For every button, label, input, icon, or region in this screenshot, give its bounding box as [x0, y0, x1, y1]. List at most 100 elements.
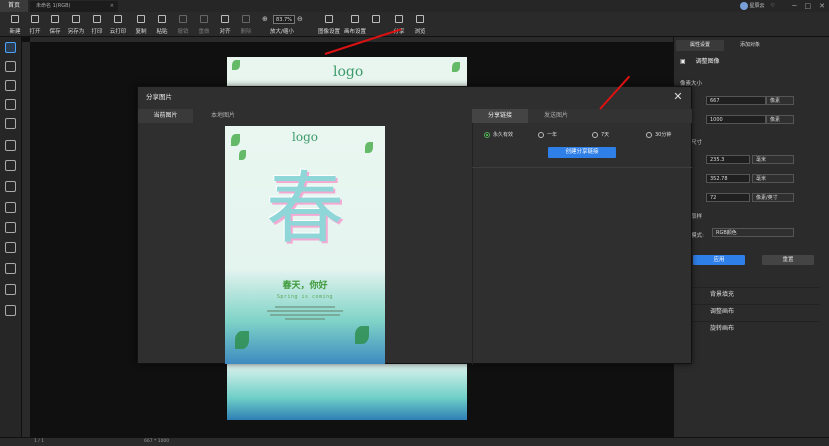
print-width-unit[interactable]: 毫米 [752, 155, 794, 164]
poster-bottom-edge [227, 364, 467, 420]
image-settings-icon [325, 15, 333, 23]
preview-subtitle: Spring is coming [276, 294, 334, 300]
spring-character: 春 [265, 164, 344, 254]
leaf-decoration [239, 150, 246, 160]
expiry-option-thirty-minutes[interactable]: 30分钟 [646, 131, 671, 138]
expiry-option-one-year[interactable]: 一年 [538, 131, 557, 138]
adjust-image-header[interactable]: ▣ 调整图像 [680, 56, 820, 68]
open-icon [31, 15, 39, 23]
tab-properties[interactable]: 属性设置 [676, 40, 724, 51]
preview-title: 春天，你好 [282, 281, 328, 291]
marquee-tool-icon[interactable] [5, 61, 16, 72]
delete-button[interactable]: 删除 [236, 14, 256, 35]
export-button[interactable] [368, 14, 384, 23]
copy-icon [137, 15, 145, 23]
align-button[interactable]: 对齐 [215, 14, 235, 35]
copy-button[interactable]: 复制 [131, 14, 151, 35]
poster-logo: logo [333, 64, 364, 80]
cloud-print-button[interactable]: 云打印 [108, 14, 128, 35]
zoom-label: 放大/缩小 [270, 29, 294, 35]
heart-icon[interactable]: ♡ [771, 1, 775, 11]
undo-button[interactable]: 撤销 [173, 14, 193, 35]
color-mode-select[interactable]: RGB颜色 [712, 228, 794, 237]
preview-body-text [265, 304, 345, 326]
save-as-icon [72, 15, 80, 23]
new-button[interactable]: 新建 [5, 14, 25, 35]
apply-button[interactable]: 应用 [693, 255, 745, 265]
close-icon[interactable]: ✕ [671, 89, 685, 105]
tool-palette [0, 37, 22, 437]
radio-icon [484, 131, 490, 138]
minimize-icon[interactable]: ─ [792, 0, 796, 12]
pixel-height-input[interactable]: 1000 [706, 115, 766, 124]
tab-current-image[interactable]: 当前图片 [138, 109, 193, 123]
adjust-canvas-section[interactable]: 调整画布 [680, 304, 820, 318]
tab-local-image[interactable]: 本地图片 [193, 109, 253, 123]
create-share-link-button[interactable]: 创建分享链接 [548, 147, 616, 158]
pixel-height-unit[interactable]: 像素 [766, 115, 794, 124]
share-options-panel [472, 123, 692, 365]
canvas-settings-button[interactable]: 画布设置 [342, 14, 368, 35]
crop-icon[interactable] [5, 305, 16, 316]
search-icon[interactable] [5, 42, 16, 53]
print-width-input[interactable]: 235.3 [706, 155, 750, 164]
leaf-decoration [355, 326, 369, 344]
tab-add-object[interactable]: 添加对象 [726, 40, 774, 51]
zoom-in-icon[interactable]: ⊕ [262, 15, 268, 23]
close-tab-icon[interactable]: × [110, 1, 114, 12]
open-button[interactable]: 打开 [25, 14, 45, 35]
vertical-ruler [22, 42, 30, 437]
leaf-decoration [452, 62, 460, 72]
status-bar: 1 / 1 667 * 1000 [0, 437, 829, 446]
fill-bucket-icon[interactable] [5, 118, 16, 129]
browse-button[interactable]: 浏览 [410, 14, 430, 35]
resolution-unit[interactable]: 像素/英寸 [752, 193, 794, 202]
print-height-input[interactable]: 352.78 [706, 174, 750, 183]
paste-button[interactable]: 粘贴 [152, 14, 172, 35]
document-tab-label: 未命名 1(RGB) [36, 3, 71, 9]
font-icon[interactable] [5, 160, 16, 171]
zoom-input[interactable]: 83.7% [273, 15, 295, 24]
share-dialog: 分享图片 ✕ 当前图片 本地图片 logo 春 春天，你好 Spring is … [137, 86, 692, 365]
resolution-input[interactable]: 72 [706, 193, 750, 202]
save-as-button[interactable]: 另存为 [66, 14, 86, 35]
image-preview: logo 春 春天，你好 Spring is coming [225, 126, 385, 364]
window-controls: ─ □ ✕ [792, 0, 825, 12]
background-fill-section[interactable]: 背景填充 [680, 287, 820, 301]
rotate-canvas-section[interactable]: 旋转画布 [680, 321, 820, 335]
cloud-print-icon [114, 15, 122, 23]
maximize-icon[interactable]: □ [805, 0, 812, 12]
image-icon[interactable] [5, 263, 16, 274]
close-window-icon[interactable]: ✕ [819, 0, 825, 12]
text-tool-icon[interactable] [5, 140, 16, 151]
hand-icon[interactable] [5, 284, 16, 295]
user-menu[interactable]: 星辰云 ♡ [739, 1, 775, 11]
magic-wand-icon[interactable] [5, 80, 16, 91]
reset-button[interactable]: 重置 [762, 255, 814, 265]
pen-icon[interactable] [5, 242, 16, 253]
pixel-width-unit[interactable]: 像素 [766, 96, 794, 105]
expiry-option-permanent[interactable]: 永久有效 [484, 131, 513, 138]
export-icon [372, 15, 380, 23]
undo-icon [179, 15, 187, 23]
leaf-decoration [231, 134, 240, 146]
tab-send-image[interactable]: 发送图片 [528, 109, 584, 123]
home-tab[interactable]: 首页 [0, 0, 28, 12]
save-button[interactable]: 保存 [45, 14, 65, 35]
status-left: 1 / 1 [34, 439, 45, 444]
pixel-width-input[interactable]: 667 [706, 96, 766, 105]
expiry-option-seven-days[interactable]: 7天 [592, 131, 609, 138]
document-tab[interactable]: 未命名 1(RGB) × [30, 1, 118, 12]
brush-icon[interactable] [5, 181, 16, 192]
zoom-out-icon[interactable]: ⊖ [297, 15, 303, 23]
print-button[interactable]: 打印 [87, 14, 107, 35]
lasso-icon[interactable] [5, 99, 16, 110]
tab-share-link[interactable]: 分享链接 [472, 109, 528, 123]
redo-button[interactable]: 重做 [194, 14, 214, 35]
status-image-size: 667 * 1000 [144, 439, 170, 444]
adjust-image-icon: ▣ [680, 58, 686, 65]
eraser-icon[interactable] [5, 202, 16, 213]
dropper-icon[interactable] [5, 222, 16, 233]
image-settings-button[interactable]: 图像设置 [316, 14, 342, 35]
print-height-unit[interactable]: 毫米 [752, 174, 794, 183]
